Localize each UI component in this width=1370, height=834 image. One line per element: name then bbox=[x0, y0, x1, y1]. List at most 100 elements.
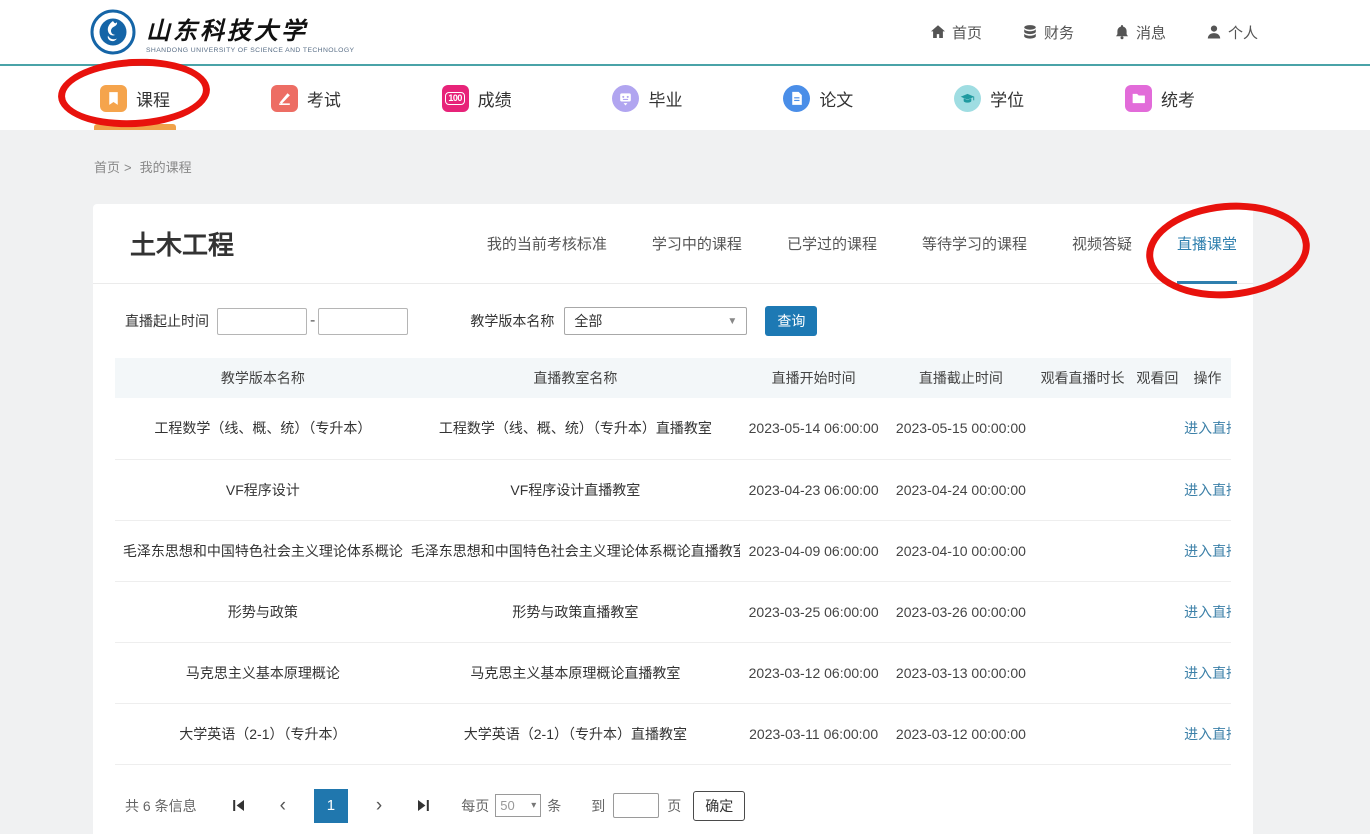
topnav-messages[interactable]: 消息 bbox=[1114, 22, 1166, 43]
breadcrumb-separator: > bbox=[124, 160, 132, 175]
cell-version: VF程序设计 bbox=[115, 459, 411, 520]
top-nav: 首页 财务 消息 个人 bbox=[930, 22, 1370, 43]
per-page-unit: 条 bbox=[547, 796, 561, 816]
table-header-row: 教学版本名称 直播教室名称 直播开始时间 直播截止时间 观看直播时长 观看回 操… bbox=[115, 358, 1231, 398]
main-nav-course-label: 课程 bbox=[136, 86, 170, 111]
live-time-from-input[interactable] bbox=[217, 308, 307, 335]
table-row: 大学英语（2-1）（专升本） 大学英语（2-1）（专升本）直播教室 2023-0… bbox=[115, 703, 1231, 764]
enter-live-link[interactable]: 进入直播 bbox=[1184, 665, 1231, 681]
col-header-end-time: 直播截止时间 bbox=[887, 358, 1034, 398]
graduation-icon bbox=[612, 85, 639, 112]
topnav-home[interactable]: 首页 bbox=[930, 22, 982, 43]
pagination: 共 6 条信息 ‹ 1 › 每页 50 ▾ 条 到 页 确定 bbox=[125, 789, 1231, 823]
university-logo: 山东科技大学 SHANDONG UNIVERSITY OF SCIENCE AN… bbox=[90, 9, 354, 55]
cell-version: 大学英语（2-1）（专升本） bbox=[115, 703, 411, 764]
live-time-range-label: 直播起止时间 bbox=[125, 311, 209, 331]
first-page-button[interactable] bbox=[231, 798, 246, 813]
cell-watch-duration bbox=[1035, 703, 1131, 764]
bell-icon bbox=[1114, 24, 1130, 40]
per-page-value: 50 bbox=[500, 798, 514, 813]
main-nav-exam[interactable]: 考试 bbox=[271, 66, 341, 130]
main-nav-graduation[interactable]: 毕业 bbox=[612, 66, 682, 130]
cell-end-time: 2023-04-24 00:00:00 bbox=[887, 459, 1034, 520]
per-page-label: 每页 bbox=[461, 796, 489, 816]
home-icon bbox=[930, 24, 946, 40]
breadcrumb-home[interactable]: 首页 bbox=[94, 160, 120, 175]
last-page-icon bbox=[416, 798, 431, 813]
cell-version: 毛泽东思想和中国特色社会主义理论体系概论 bbox=[115, 520, 411, 581]
goto-page-label: 到 bbox=[591, 796, 605, 816]
enter-live-link[interactable]: 进入直播 bbox=[1184, 482, 1231, 498]
goto-page-input[interactable] bbox=[613, 793, 659, 818]
topnav-finance[interactable]: 财务 bbox=[1022, 22, 1074, 43]
chevron-down-icon: ▾ bbox=[531, 800, 536, 811]
live-time-to-input[interactable] bbox=[318, 308, 408, 335]
cell-end-time: 2023-03-13 00:00:00 bbox=[887, 642, 1034, 703]
cell-classroom: 工程数学（线、概、统）（专升本）直播教室 bbox=[411, 398, 740, 459]
enter-live-link[interactable]: 进入直播 bbox=[1184, 420, 1231, 436]
main-nav-course[interactable]: 课程 bbox=[100, 66, 170, 130]
enter-live-link[interactable]: 进入直播 bbox=[1184, 604, 1231, 620]
card-header: 土木工程 我的当前考核标准 学习中的课程 已学过的课程 等待学习的课程 视频答疑… bbox=[93, 204, 1253, 284]
main-nav-score-label: 成绩 bbox=[478, 86, 512, 111]
per-page-select[interactable]: 50 ▾ bbox=[495, 794, 541, 817]
main-nav-score[interactable]: 100 成绩 bbox=[442, 66, 512, 130]
cell-start-time: 2023-05-14 06:00:00 bbox=[740, 398, 887, 459]
cell-start-time: 2023-03-11 06:00:00 bbox=[740, 703, 887, 764]
logo-en-subtitle: SHANDONG UNIVERSITY OF SCIENCE AND TECHN… bbox=[146, 47, 354, 54]
cell-classroom: 马克思主义基本原理概论直播教室 bbox=[411, 642, 740, 703]
enter-live-link[interactable]: 进入直播 bbox=[1184, 726, 1231, 742]
tab-learning-courses[interactable]: 学习中的课程 bbox=[652, 204, 742, 283]
search-button[interactable]: 查询 bbox=[765, 306, 817, 336]
cell-watch-duration bbox=[1035, 459, 1131, 520]
main-nav-exam-label: 考试 bbox=[307, 86, 341, 111]
col-header-watch-duration: 观看直播时长 bbox=[1035, 358, 1131, 398]
first-page-icon bbox=[231, 798, 246, 813]
filter-row: 直播起止时间 - 教学版本名称 全部 ▼ 查询 bbox=[93, 284, 1253, 352]
score-icon: 100 bbox=[442, 85, 469, 112]
course-tabs: 我的当前考核标准 学习中的课程 已学过的课程 等待学习的课程 视频答疑 直播课堂 bbox=[487, 204, 1237, 283]
enter-live-link[interactable]: 进入直播 bbox=[1184, 543, 1231, 559]
breadcrumb: 首页>我的课程 bbox=[0, 130, 1370, 176]
prev-page-button[interactable]: ‹ bbox=[280, 796, 286, 815]
cell-end-time: 2023-03-26 00:00:00 bbox=[887, 581, 1034, 642]
cell-watch-duration bbox=[1035, 398, 1131, 459]
top-bar: 山东科技大学 SHANDONG UNIVERSITY OF SCIENCE AN… bbox=[0, 0, 1370, 64]
content-area: 首页>我的课程 土木工程 我的当前考核标准 学习中的课程 已学过的课程 等待学习… bbox=[0, 130, 1370, 834]
teaching-version-select[interactable]: 全部 ▼ bbox=[564, 307, 747, 335]
tab-video-qa[interactable]: 视频答疑 bbox=[1072, 204, 1132, 283]
col-header-classroom: 直播教室名称 bbox=[411, 358, 740, 398]
main-nav-degree[interactable]: 学位 bbox=[954, 66, 1024, 130]
page-title: 土木工程 bbox=[130, 225, 234, 262]
live-classes-table: 教学版本名称 直播教室名称 直播开始时间 直播截止时间 观看直播时长 观看回 操… bbox=[115, 358, 1231, 765]
cell-replay bbox=[1131, 459, 1185, 520]
user-icon bbox=[1206, 24, 1222, 40]
cell-replay bbox=[1131, 398, 1185, 459]
last-page-button[interactable] bbox=[416, 798, 431, 813]
cell-replay bbox=[1131, 703, 1185, 764]
next-page-button[interactable]: › bbox=[376, 796, 382, 815]
tab-waiting-courses[interactable]: 等待学习的课程 bbox=[922, 204, 1027, 283]
confirm-button[interactable]: 确定 bbox=[693, 791, 745, 821]
col-header-action: 操作 bbox=[1184, 358, 1231, 398]
university-emblem-icon bbox=[90, 9, 136, 55]
main-nav-thesis[interactable]: 论文 bbox=[783, 66, 853, 130]
tab-live-classroom[interactable]: 直播课堂 bbox=[1177, 204, 1237, 283]
tab-learned-courses[interactable]: 已学过的课程 bbox=[787, 204, 877, 283]
degree-icon bbox=[954, 85, 981, 112]
table-row: VF程序设计 VF程序设计直播教室 2023-04-23 06:00:00 20… bbox=[115, 459, 1231, 520]
col-header-start-time: 直播开始时间 bbox=[740, 358, 887, 398]
teaching-version-label: 教学版本名称 bbox=[470, 311, 554, 331]
main-nav-unified-exam[interactable]: 统考 bbox=[1125, 66, 1195, 130]
cell-start-time: 2023-03-12 06:00:00 bbox=[740, 642, 887, 703]
current-page-button[interactable]: 1 bbox=[314, 789, 348, 823]
total-info-text: 共 6 条信息 bbox=[125, 796, 197, 816]
topnav-profile[interactable]: 个人 bbox=[1206, 22, 1258, 43]
tab-assessment-standard[interactable]: 我的当前考核标准 bbox=[487, 204, 607, 283]
topnav-finance-label: 财务 bbox=[1044, 22, 1074, 43]
cell-watch-duration bbox=[1035, 642, 1131, 703]
cell-classroom: 形势与政策直播教室 bbox=[411, 581, 740, 642]
main-nav-degree-label: 学位 bbox=[990, 86, 1024, 111]
cell-end-time: 2023-05-15 00:00:00 bbox=[887, 398, 1034, 459]
teaching-version-selected-value: 全部 bbox=[574, 311, 602, 331]
